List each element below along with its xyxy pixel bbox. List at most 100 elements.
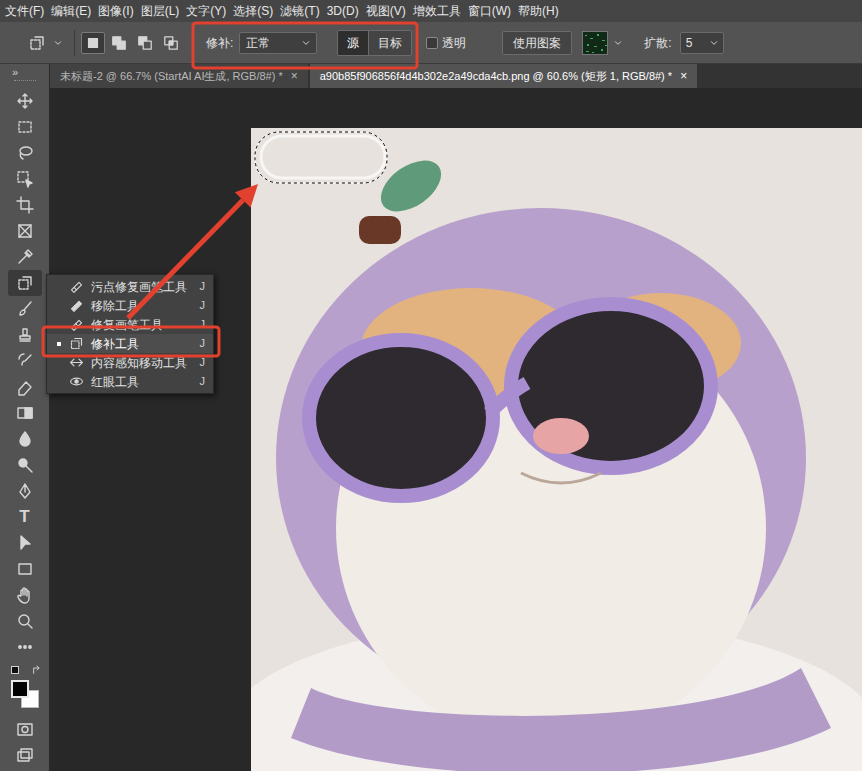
source-target-label: 源 bbox=[347, 34, 359, 52]
menu-item[interactable]: 3D(D) bbox=[326, 0, 360, 22]
tool-icon bbox=[16, 378, 34, 396]
tool-button[interactable] bbox=[8, 348, 42, 374]
tab-bar: 未标题-2 @ 66.7% (StartAI AI生成, RGB/8#) *× a… bbox=[50, 64, 862, 88]
mode-button[interactable] bbox=[8, 742, 42, 768]
quick-mask-icon bbox=[16, 720, 34, 738]
pattern-swatch bbox=[582, 31, 608, 55]
tool-icon bbox=[16, 404, 34, 422]
flyout-icon-slot bbox=[65, 336, 87, 351]
screen-mode-icon bbox=[16, 746, 34, 764]
default-colors-icon[interactable] bbox=[11, 666, 19, 674]
flyout-item-label: 修复画笔工具 bbox=[91, 316, 200, 334]
tab-label: a90b85f906856f4d4b302e2a49cda4cb.png @ 6… bbox=[320, 68, 672, 85]
tool-icon bbox=[16, 638, 34, 656]
patch-mode-dropdown[interactable]: 正常 bbox=[239, 32, 317, 54]
diffusion-value: 5 bbox=[686, 34, 693, 52]
selection-mode-button[interactable] bbox=[81, 32, 105, 54]
tool-icon bbox=[16, 274, 34, 292]
tool-button[interactable] bbox=[8, 634, 42, 660]
flyout-item[interactable]: 移除工具J bbox=[47, 296, 213, 315]
use-pattern-button[interactable]: 使用图案 bbox=[502, 31, 572, 55]
tool-button[interactable] bbox=[8, 608, 42, 634]
tool-icon bbox=[16, 326, 34, 344]
tool-button[interactable] bbox=[8, 452, 42, 478]
tool-button[interactable] bbox=[8, 114, 42, 140]
tab-close-button[interactable]: × bbox=[680, 67, 687, 85]
selected-dot bbox=[57, 342, 61, 346]
menu-item[interactable]: 窗口(W) bbox=[467, 0, 512, 22]
document-tab[interactable]: a90b85f906856f4d4b302e2a49cda4cb.png @ 6… bbox=[310, 64, 697, 88]
tab-close-button[interactable]: × bbox=[291, 67, 298, 85]
flyout-icon-slot bbox=[65, 298, 87, 313]
tool-icon bbox=[16, 430, 34, 448]
source-target-label: 目标 bbox=[378, 34, 402, 52]
tool-button[interactable] bbox=[8, 218, 42, 244]
swap-colors-icon[interactable] bbox=[31, 664, 43, 676]
tool-button[interactable] bbox=[8, 322, 42, 348]
transparent-checkbox[interactable] bbox=[426, 37, 438, 49]
tool-button[interactable]: T bbox=[8, 504, 42, 530]
type-tool-icon: T bbox=[19, 508, 29, 526]
menu-item[interactable]: 滤镜(T) bbox=[279, 0, 320, 22]
flyout-icon-slot bbox=[65, 279, 87, 294]
mode-button[interactable] bbox=[8, 716, 42, 742]
collapse-button[interactable]: » bbox=[12, 65, 18, 79]
tool-button[interactable] bbox=[8, 478, 42, 504]
menu-item[interactable]: 增效工具 bbox=[412, 0, 462, 22]
photo bbox=[251, 128, 862, 771]
separator bbox=[193, 30, 194, 56]
menu-item[interactable]: 图层(L) bbox=[140, 0, 181, 22]
patch-label: 修补: bbox=[206, 34, 233, 52]
tool-button[interactable] bbox=[8, 530, 42, 556]
tool-icon bbox=[16, 222, 34, 240]
tool-button[interactable] bbox=[8, 244, 42, 270]
tool-button[interactable] bbox=[8, 192, 42, 218]
flyout-item[interactable]: 内容感知移动工具J bbox=[47, 353, 213, 372]
selection-mode-button[interactable] bbox=[133, 32, 157, 54]
source-target-button[interactable]: 源 bbox=[338, 31, 368, 55]
source-target-button[interactable]: 目标 bbox=[368, 31, 411, 55]
tool-flyout-menu: 污点修复画笔工具J移除工具J修复画笔工具J修补工具J内容感知移动工具J红眼工具J bbox=[46, 274, 214, 394]
selection-mode-button[interactable] bbox=[159, 32, 183, 54]
tool-button[interactable] bbox=[8, 374, 42, 400]
document-tab[interactable]: 未标题-2 @ 66.7% (StartAI AI生成, RGB/8#) *× bbox=[50, 64, 308, 88]
flyout-item[interactable]: 污点修复画笔工具J bbox=[47, 277, 213, 296]
menu-item[interactable]: 文件(F) bbox=[4, 0, 45, 22]
document-area: 未标题-2 @ 66.7% (StartAI AI生成, RGB/8#) *× a… bbox=[50, 64, 862, 771]
tool-icon bbox=[16, 300, 34, 318]
transparent-checkbox-row[interactable]: 透明 bbox=[426, 34, 466, 52]
flyout-item[interactable]: 修复画笔工具J bbox=[47, 315, 213, 334]
menu-item[interactable]: 视图(V) bbox=[365, 0, 407, 22]
tool-preset-picker[interactable] bbox=[28, 34, 64, 52]
tool-button[interactable] bbox=[8, 556, 42, 582]
tool-icon bbox=[16, 196, 34, 214]
tool-button[interactable] bbox=[8, 88, 42, 114]
flyout-tool-icon bbox=[69, 336, 84, 351]
canvas[interactable] bbox=[50, 88, 862, 771]
menu-item[interactable]: 帮助(H) bbox=[517, 0, 560, 22]
tool-button[interactable] bbox=[8, 166, 42, 192]
selection-mode-button[interactable] bbox=[107, 32, 131, 54]
pattern-picker[interactable] bbox=[582, 31, 624, 55]
workspace: » T 未标题-2 @ 66.7% (StartAI AI生成, RGB/8#) *… bbox=[0, 64, 862, 771]
tool-button[interactable] bbox=[8, 270, 42, 296]
menu-item[interactable]: 编辑(E) bbox=[50, 0, 92, 22]
tool-button[interactable] bbox=[8, 296, 42, 322]
marquee-selection[interactable] bbox=[254, 131, 388, 184]
tool-icon bbox=[16, 586, 34, 604]
tool-button[interactable] bbox=[8, 582, 42, 608]
selection-mode-icon bbox=[85, 35, 101, 51]
flyout-item[interactable]: 修补工具J bbox=[47, 334, 213, 353]
menu-item[interactable]: 文字(Y) bbox=[185, 0, 227, 22]
tool-button[interactable] bbox=[8, 140, 42, 166]
foreground-color[interactable] bbox=[11, 680, 29, 698]
patch-mode-value: 正常 bbox=[246, 34, 270, 52]
menu-item[interactable]: 图像(I) bbox=[97, 0, 134, 22]
tool-button[interactable] bbox=[8, 400, 42, 426]
toolbar-grip bbox=[12, 80, 38, 88]
flyout-item[interactable]: 红眼工具J bbox=[47, 372, 213, 391]
tool-button[interactable] bbox=[8, 426, 42, 452]
menu-item[interactable]: 选择(S) bbox=[232, 0, 274, 22]
diffusion-dropdown[interactable]: 5 bbox=[680, 32, 724, 54]
chevron-down-icon bbox=[612, 37, 624, 49]
